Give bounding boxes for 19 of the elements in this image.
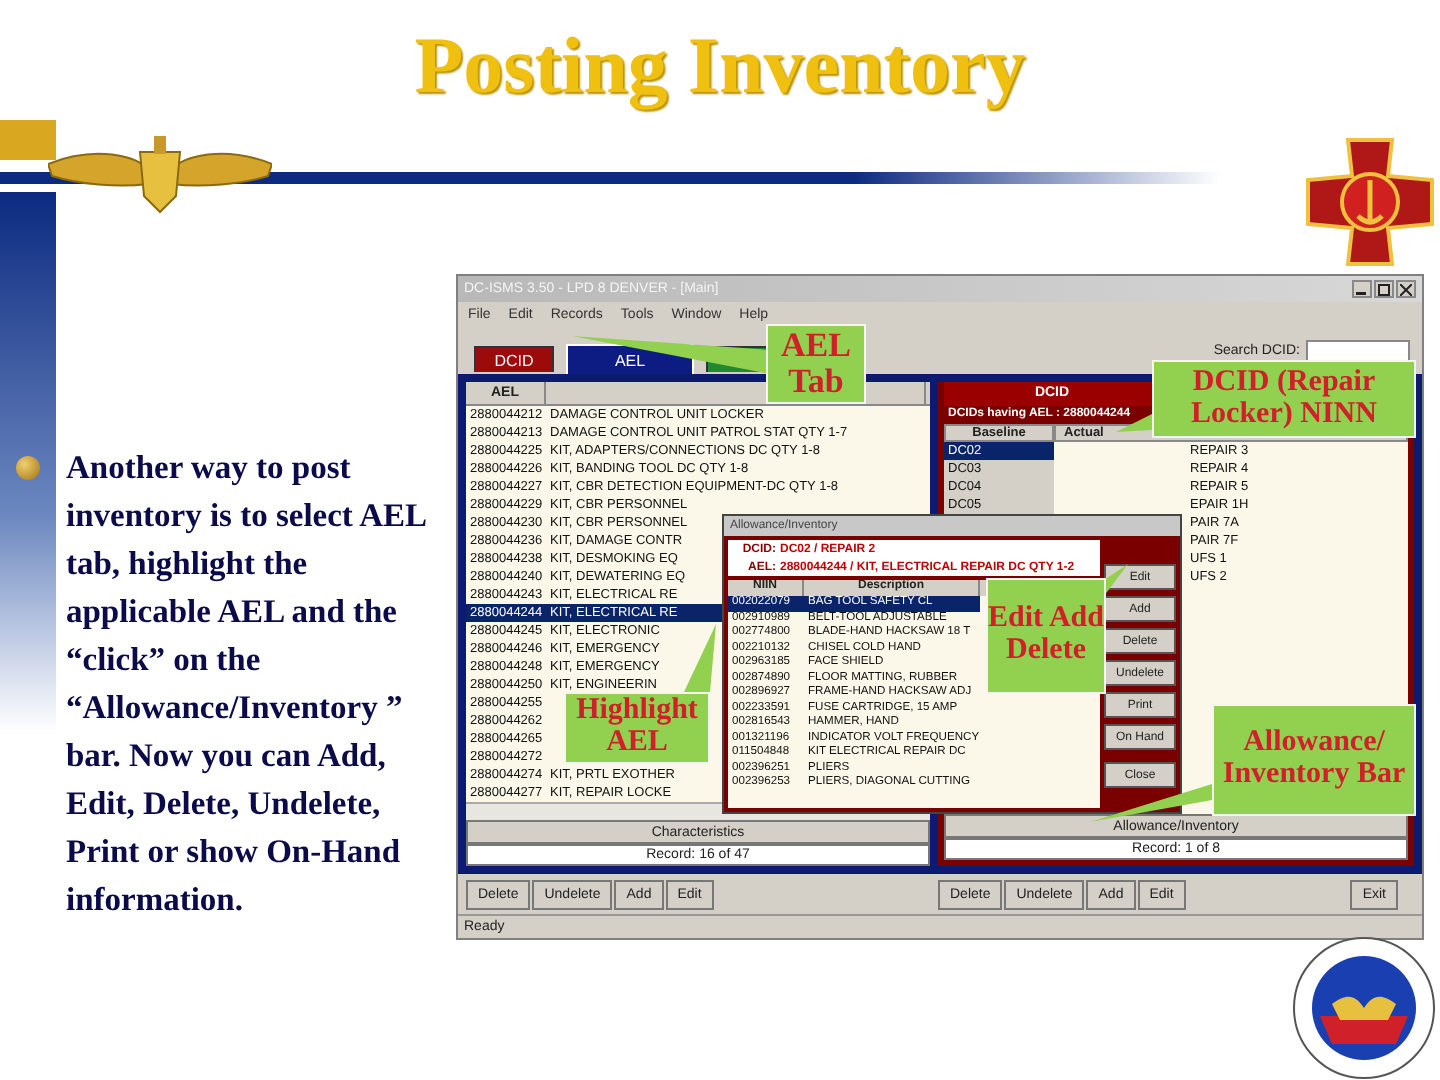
tab[interactable]: DCID — [474, 346, 554, 372]
maximize-button[interactable] — [1374, 280, 1394, 298]
wings-emblem-icon — [48, 136, 272, 216]
callout: Allowance/ Inventory Bar — [1212, 704, 1416, 816]
search-field[interactable] — [1306, 339, 1410, 361]
slide-title: Posting Inventory — [414, 20, 1026, 112]
maximize-icon — [1378, 283, 1390, 295]
callout: Highlight AEL — [564, 692, 710, 764]
close-button[interactable] — [1396, 280, 1416, 298]
fire-cross-emblem-icon — [1304, 136, 1436, 268]
callout: DCID (Repair Locker) NINN — [1152, 360, 1416, 438]
callout-pointer — [1116, 414, 1152, 434]
bullet-text: Another way to post inventory is to select AEL tab, highlight the applicable AEL and the “click” on the “Allowance/Inventory ” bar. Now you can Add, Edit, Delete, Undelete, Print or show On-Hand information. — [66, 446, 428, 922]
corner-square-decoration — [0, 120, 56, 160]
close-icon — [1400, 283, 1412, 295]
minimize-button[interactable] — [1352, 280, 1372, 298]
callout: AEL Tab — [766, 324, 866, 404]
callout-pointer — [680, 624, 718, 694]
callout: Edit Add Delete — [986, 578, 1106, 694]
